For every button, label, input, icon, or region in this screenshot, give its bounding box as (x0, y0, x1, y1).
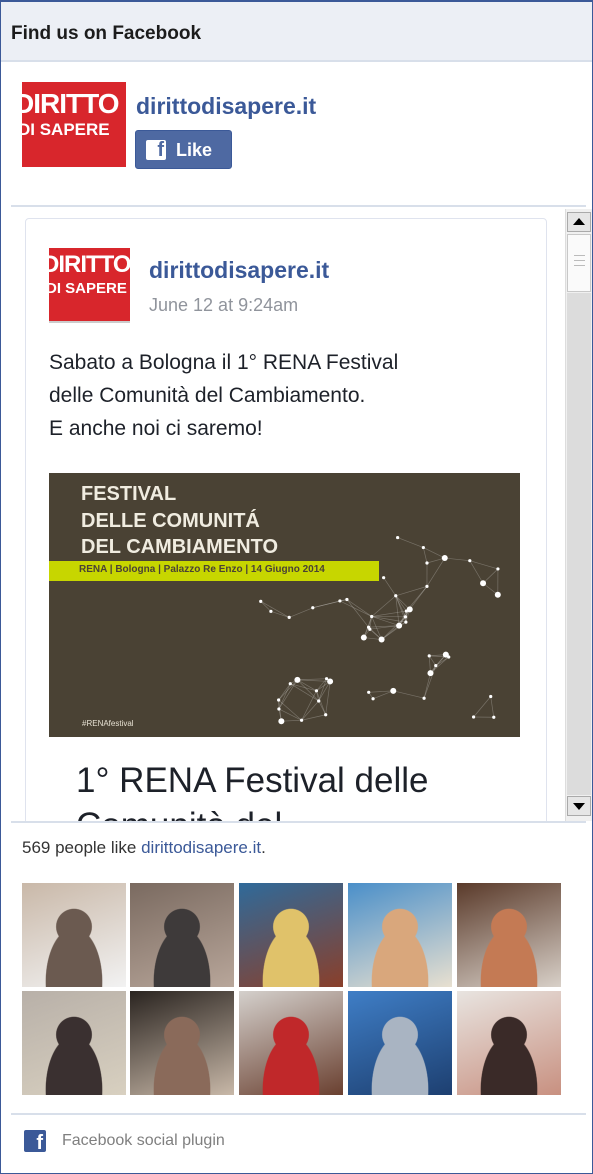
scrollbar[interactable] (565, 209, 593, 821)
fan-avatar[interactable] (22, 991, 126, 1095)
post-timestamp[interactable]: June 12 at 9:24am (149, 295, 298, 316)
header-title: Find us on Facebook (11, 23, 201, 45)
post-text-line: delle Comunità del Cambiamento. (49, 379, 529, 412)
post-author-avatar[interactable]: DIRITTO DI SAPERE (49, 248, 130, 323)
arrow-up-icon (573, 218, 585, 225)
post-text-line: E anche noi ci saremo! (49, 412, 529, 445)
fan-avatar[interactable] (130, 991, 234, 1095)
divider (11, 821, 586, 823)
logo-text-line2: DI SAPERE (22, 120, 110, 140)
social-plugin-link[interactable]: Facebook social plugin (62, 1132, 225, 1150)
page-logo[interactable]: DIRITTO DI SAPERE (22, 82, 126, 167)
fan-avatar[interactable] (348, 991, 452, 1095)
fan-avatar[interactable] (239, 883, 343, 987)
fan-avatar[interactable] (457, 991, 561, 1095)
scrollbar-track[interactable] (567, 293, 591, 795)
fan-avatar[interactable] (457, 883, 561, 987)
divider (11, 1113, 586, 1115)
logo-text-line1: DIRITTO (49, 251, 130, 279)
attachment-title[interactable]: 1° RENA Festival delle Comunità del (76, 758, 516, 821)
likes-count: 569 people like dirittodisapere.it. (22, 838, 266, 858)
scrollbar-thumb[interactable] (567, 234, 591, 292)
facebook-page-plugin: Find us on Facebook DIRITTO DI SAPERE di… (0, 0, 593, 1174)
network-dots-graphic (49, 473, 520, 737)
facebook-icon[interactable]: f (24, 1130, 46, 1152)
likes-count-text: 569 people like (22, 838, 141, 857)
arrow-down-icon (573, 803, 585, 810)
image-hashtag: #RENAfestival (82, 719, 134, 728)
fan-avatar[interactable] (22, 883, 126, 987)
facebook-icon: f (146, 140, 166, 160)
post-text: Sabato a Bologna il 1° RENA Festival del… (49, 346, 529, 445)
like-label: Like (176, 140, 212, 161)
like-button[interactable]: f Like (135, 130, 232, 169)
fan-avatar[interactable] (239, 991, 343, 1095)
page-name-link[interactable]: dirittodisapere.it (136, 93, 316, 120)
fan-avatar[interactable] (130, 883, 234, 987)
plugin-header: Find us on Facebook (1, 2, 592, 62)
page-link[interactable]: dirittodisapere.it (141, 838, 261, 857)
post-text-line: Sabato a Bologna il 1° RENA Festival (49, 346, 529, 379)
logo-text-line2: DI SAPERE (49, 280, 127, 297)
likes-suffix: . (261, 838, 266, 857)
scroll-down-button[interactable] (567, 796, 591, 816)
post-card: DIRITTO DI SAPERE dirittodisapere.it Jun… (25, 218, 547, 821)
divider (11, 205, 586, 207)
attachment-image[interactable]: FESTIVAL DELLE COMUNITÁ DEL CAMBIAMENTO … (49, 473, 520, 737)
scroll-up-button[interactable] (567, 212, 591, 232)
post-author-link[interactable]: dirittodisapere.it (149, 257, 329, 284)
post-stream[interactable]: DIRITTO DI SAPERE dirittodisapere.it Jun… (11, 209, 593, 821)
logo-text-line1: DIRITTO (22, 88, 118, 120)
fan-avatar[interactable] (348, 883, 452, 987)
